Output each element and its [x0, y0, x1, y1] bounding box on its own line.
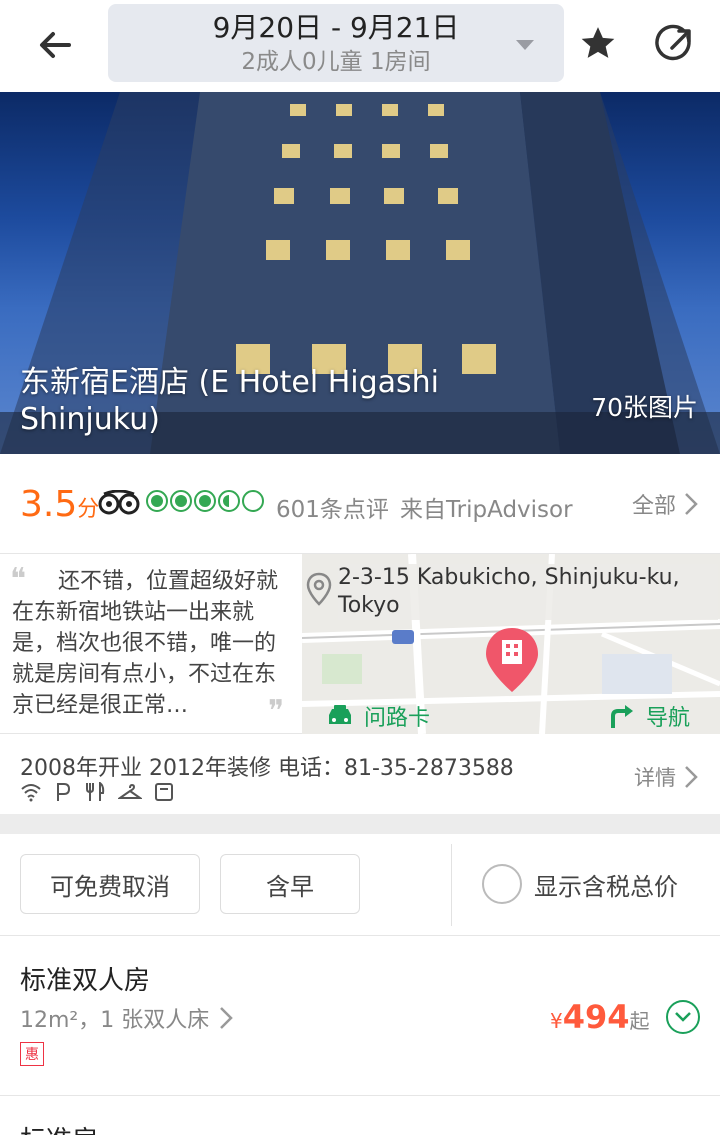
price-suffix: 起 — [629, 1009, 650, 1033]
rating-bubble-full — [170, 490, 192, 512]
free-cancellation-filter[interactable]: 可免费取消 — [20, 854, 200, 914]
tax-toggle-label: 显示含税总价 — [534, 872, 678, 901]
room-name: 标准双人房 — [20, 966, 151, 996]
close-quote-icon: ❞ — [268, 694, 285, 729]
restaurant-icon — [86, 782, 105, 801]
room-item[interactable]: 标准双人房 12m²，1 张双人床 惠 ¥494起 — [0, 936, 720, 1096]
tripadvisor-owl-icon — [98, 490, 140, 515]
rating-bubble-empty — [242, 490, 264, 512]
rating-bar[interactable]: 3.5分 601条点评 来自TripAdvisor 全部 — [0, 454, 720, 554]
chevron-right-icon — [220, 1007, 234, 1029]
all-reviews-label: 全部 — [631, 494, 676, 519]
expand-room-button[interactable] — [666, 1000, 700, 1034]
date-range: 9月20日 - 9月21日 — [212, 11, 460, 44]
hotel-info-row[interactable]: 2008年开业 2012年装修 电话：81-35-2873588 详情 — [0, 734, 720, 814]
hotel-photo-banner[interactable]: 东新宿E酒店 (E Hotel Higashi Shinjuku) 70张图片 — [0, 92, 720, 454]
location-map[interactable]: 2-3-15 Kabukicho, Shinjuku-ku, Tokyo 问路卡… — [302, 554, 720, 734]
hotel-map-marker-icon — [486, 628, 538, 692]
photo-count[interactable]: 70张图片 — [591, 388, 698, 424]
breakfast-filter[interactable]: 含早 — [220, 854, 360, 914]
date-guest-selector[interactable]: 9月20日 - 9月21日 2成人0儿童 1房间 — [108, 4, 564, 82]
score-value: 3.5 — [20, 484, 78, 525]
chevron-right-icon — [685, 493, 698, 515]
room-spec: 12m²，1 张双人床 — [20, 1008, 210, 1033]
price-value: 494 — [562, 998, 630, 1036]
currency-symbol: ¥ — [550, 1009, 563, 1033]
hotel-details-link[interactable]: 详情 — [634, 762, 698, 792]
details-label: 详情 — [634, 766, 676, 790]
all-reviews-link[interactable]: 全部 — [632, 488, 698, 520]
discount-badge: 惠 — [20, 1042, 44, 1066]
filter-divider — [451, 844, 452, 926]
rating-bubble-full — [194, 490, 216, 512]
parking-icon — [57, 783, 71, 801]
facility-icons — [20, 782, 174, 802]
share-icon — [655, 24, 691, 61]
featured-review[interactable]: 还不错，位置超级好就在东新宿地铁站一出来就是，档次也很不错，唯一的就是房间有点小… — [12, 566, 284, 721]
review-count: 601条点评 — [276, 497, 389, 523]
star-icon — [581, 27, 615, 58]
hotel-name: 东新宿E酒店 (E Hotel Higashi Shinjuku) — [20, 365, 439, 437]
navigation-label: 导航 — [646, 706, 691, 731]
caret-down-icon — [516, 40, 534, 50]
favorite-button[interactable] — [575, 20, 621, 66]
room-name: 标准房 — [20, 1120, 98, 1135]
direction-card-button[interactable]: 问路卡 — [326, 700, 430, 732]
turn-right-icon — [611, 705, 633, 728]
chevron-right-icon — [685, 766, 698, 788]
review-and-location: ❝ 还不错，位置超级好就在东新宿地铁站一出来就是，档次也很不错，唯一的就是房间有… — [0, 554, 720, 734]
luggage-icon — [155, 783, 173, 801]
back-button[interactable] — [30, 20, 80, 70]
location-pin-icon — [306, 572, 332, 606]
hotel-address: 2-3-15 Kabukicho, Shinjuku-ku, Tokyo — [338, 564, 718, 620]
review-source: 来自TripAdvisor — [400, 497, 573, 523]
taxi-icon — [329, 705, 351, 724]
tax-inclusive-toggle[interactable]: 显示含税总价 — [482, 864, 678, 904]
room-filter-bar: 可免费取消 含早 显示含税总价 — [0, 834, 720, 936]
share-button[interactable] — [652, 20, 700, 68]
hotel-summary: 2008年开业 2012年装修 电话：81-35-2873588 — [20, 756, 514, 781]
wifi-icon — [21, 784, 41, 802]
section-divider — [0, 814, 720, 834]
bubble-rating — [146, 490, 264, 512]
direction-card-label: 问路卡 — [364, 706, 431, 731]
room-spec-link[interactable]: 12m²，1 张双人床 — [20, 1002, 234, 1034]
room-price: ¥494起 — [550, 998, 650, 1036]
rating-bubble-half — [218, 490, 240, 512]
score-unit: 分 — [77, 497, 100, 522]
navigation-button[interactable]: 导航 — [608, 700, 690, 732]
back-arrow-icon — [40, 32, 71, 58]
guest-summary: 2成人0儿童 1房间 — [241, 49, 431, 75]
tax-radio-button[interactable] — [482, 864, 522, 904]
hanger-icon — [118, 783, 142, 799]
rating-bubble-full — [146, 490, 168, 512]
top-bar: 9月20日 - 9月21日 2成人0儿童 1房间 — [0, 0, 720, 92]
chevron-down-icon — [675, 1012, 691, 1022]
room-item[interactable]: 标准房 — [0, 1096, 720, 1135]
rating-score: 3.5分 — [20, 484, 99, 525]
